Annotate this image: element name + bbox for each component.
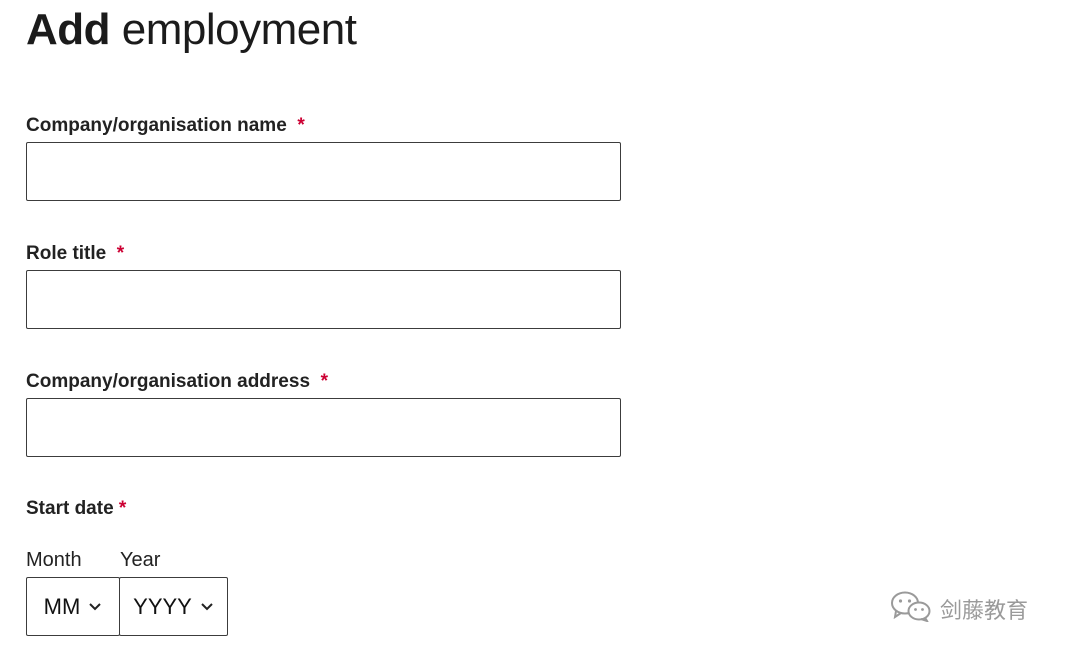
chevron-down-icon [88,602,102,612]
company-name-label-text: Company/organisation name [26,115,287,136]
required-marker: * [116,243,125,264]
wechat-icon [890,590,932,628]
year-select[interactable]: YYYY [119,577,228,636]
page-title-bold: Add [26,5,111,54]
month-select[interactable]: MM [26,577,120,636]
month-select-value: MM [43,593,81,619]
company-name-input[interactable] [26,142,621,201]
start-date-label-text: Start date [26,498,114,519]
start-date-label: Start date * [26,497,126,521]
company-address-input[interactable] [26,398,621,457]
role-title-label: Role title * [26,242,124,266]
role-title-label-text: Role title [26,243,107,264]
year-label: Year [120,549,161,571]
company-address-label: Company/organisation address * [26,370,328,394]
required-marker: * [320,371,328,392]
required-marker: * [118,498,127,519]
watermark-text: 剑藤教育 [940,598,1029,623]
watermark: 剑藤教育 [890,590,1028,628]
role-title-input[interactable] [26,270,621,329]
chevron-down-icon [200,602,214,612]
page-title: Add employment [26,2,357,58]
company-address-label-text: Company/organisation address [26,371,311,392]
required-marker: * [297,115,305,136]
page-title-rest: employment [121,5,357,54]
company-name-label: Company/organisation name * [26,114,305,138]
month-label: Month [26,549,82,571]
year-select-value: YYYY [133,593,192,619]
